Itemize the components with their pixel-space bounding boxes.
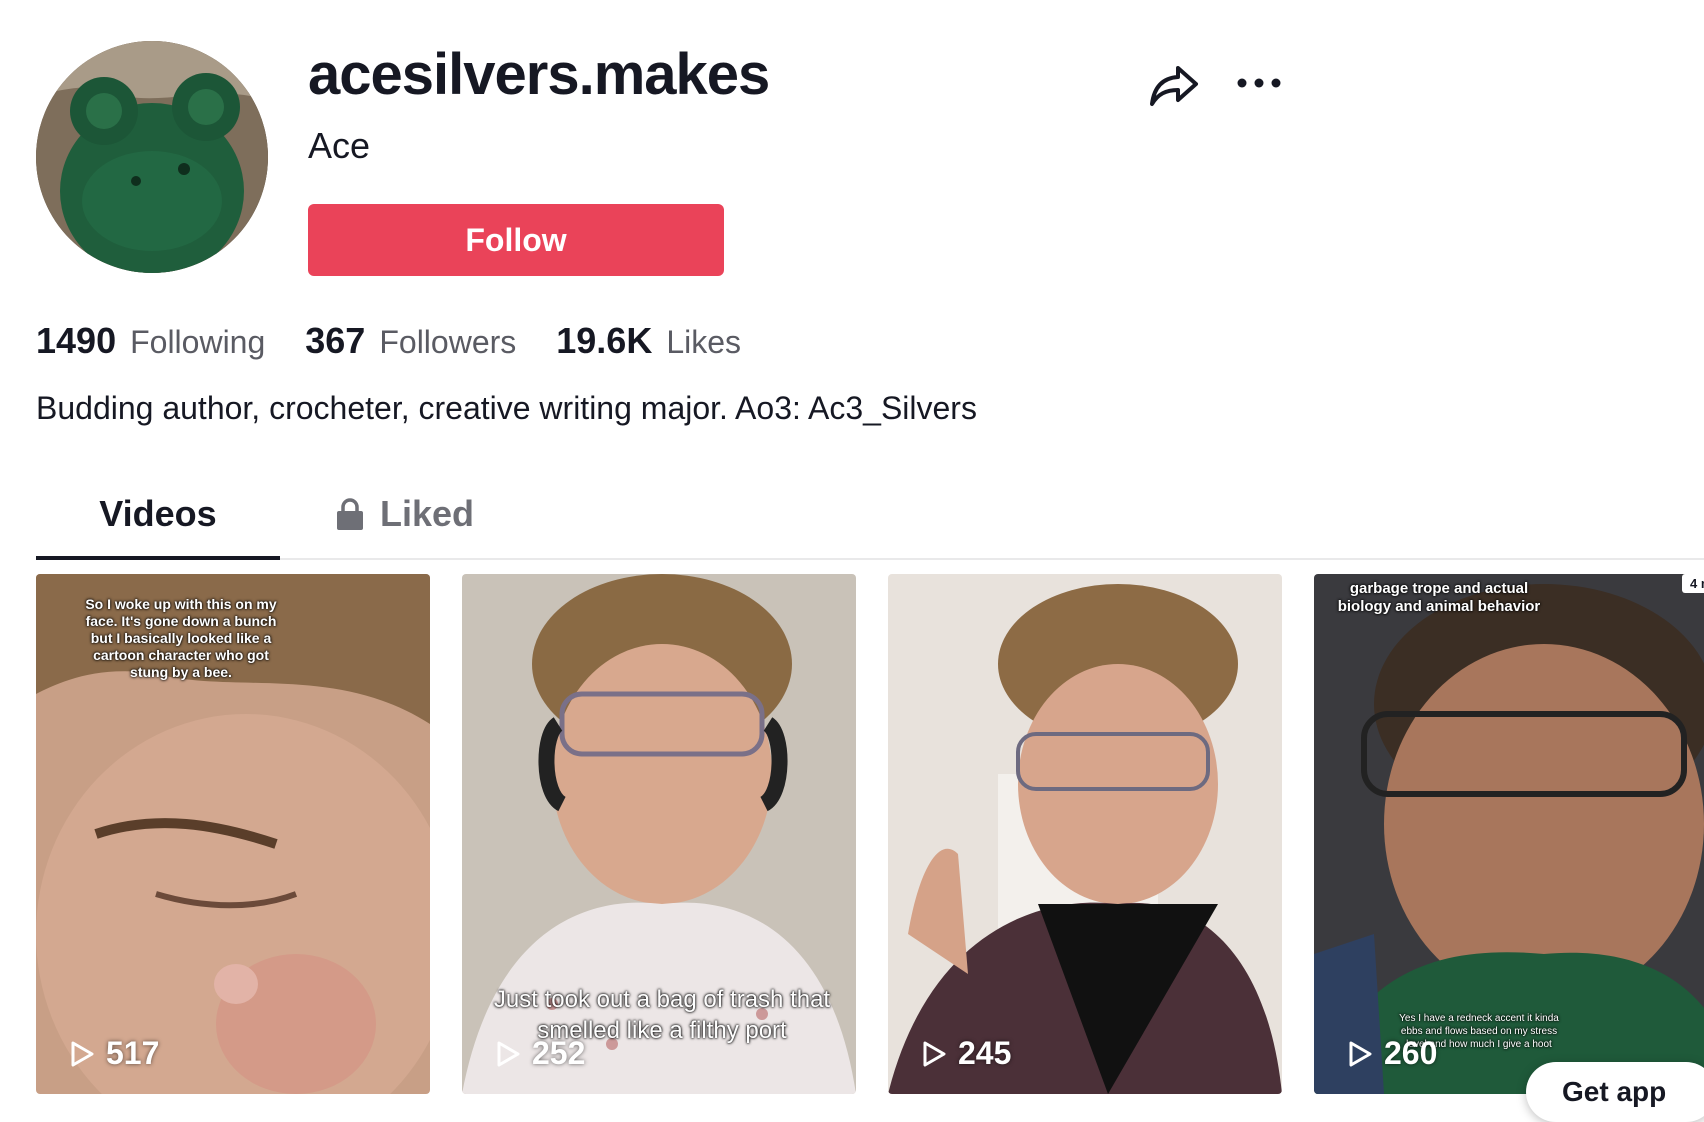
play-icon — [71, 1041, 94, 1066]
stat-label: Followers — [379, 324, 517, 360]
stat-value: 367 — [305, 320, 366, 361]
crochet-frog-image — [36, 41, 268, 273]
play-icon — [1349, 1041, 1372, 1066]
stat-following[interactable]: 1490 Following — [36, 320, 265, 362]
stat-label: Likes — [666, 324, 742, 360]
video-card[interactable]: So I woke up with this on my face. It's … — [36, 574, 430, 1094]
video-card[interactable]: 245 — [888, 574, 1282, 1094]
stat-followers[interactable]: 367 Followers — [305, 320, 516, 362]
tab-label: Liked — [380, 493, 475, 534]
video-caption-top: garbage trope and actual biology and ani… — [1337, 580, 1541, 615]
view-count-value: 517 — [106, 1035, 160, 1071]
more-icon[interactable] — [1234, 62, 1284, 104]
view-count: 260 — [1344, 1035, 1437, 1072]
tab-label: Videos — [99, 493, 217, 534]
play-icon — [497, 1041, 520, 1066]
avatar[interactable] — [36, 41, 268, 273]
stat-value: 1490 — [36, 320, 117, 361]
play-icon — [923, 1041, 946, 1066]
lock-icon — [337, 498, 363, 530]
video-card[interactable]: Just took out a bag of trash that smelle… — [462, 574, 856, 1094]
stat-value: 19.6K — [556, 320, 653, 361]
video-caption: So I woke up with this on my face. It's … — [85, 596, 277, 680]
view-count-value: 252 — [532, 1035, 586, 1071]
profile-tabs: Videos Liked — [36, 470, 1704, 560]
share-icon[interactable] — [1148, 62, 1200, 110]
video-thumbnail — [888, 574, 1282, 1094]
get-app-button[interactable]: Get app — [1526, 1062, 1704, 1122]
view-count-value: 245 — [958, 1035, 1012, 1071]
tab-videos[interactable]: Videos — [36, 470, 280, 560]
follow-button[interactable]: Follow — [308, 204, 724, 276]
view-count: 517 — [66, 1035, 159, 1072]
video-card[interactable]: 4 min garbage trope and actual biology a… — [1314, 574, 1704, 1094]
profile-stats: 1490 Following 367 Followers 19.6K Likes — [36, 320, 781, 362]
stat-likes: 19.6K Likes — [556, 320, 741, 362]
view-count-value: 260 — [1384, 1035, 1438, 1071]
duration-badge: 4 min — [1682, 574, 1704, 593]
nickname: Ace — [308, 125, 371, 166]
username: acesilvers.makes — [308, 42, 770, 107]
stat-label: Following — [130, 324, 266, 360]
view-count: 245 — [918, 1035, 1011, 1072]
tab-liked[interactable]: Liked — [336, 470, 516, 558]
bio: Budding author, crocheter, creative writ… — [36, 390, 977, 426]
view-count: 252 — [492, 1035, 585, 1072]
